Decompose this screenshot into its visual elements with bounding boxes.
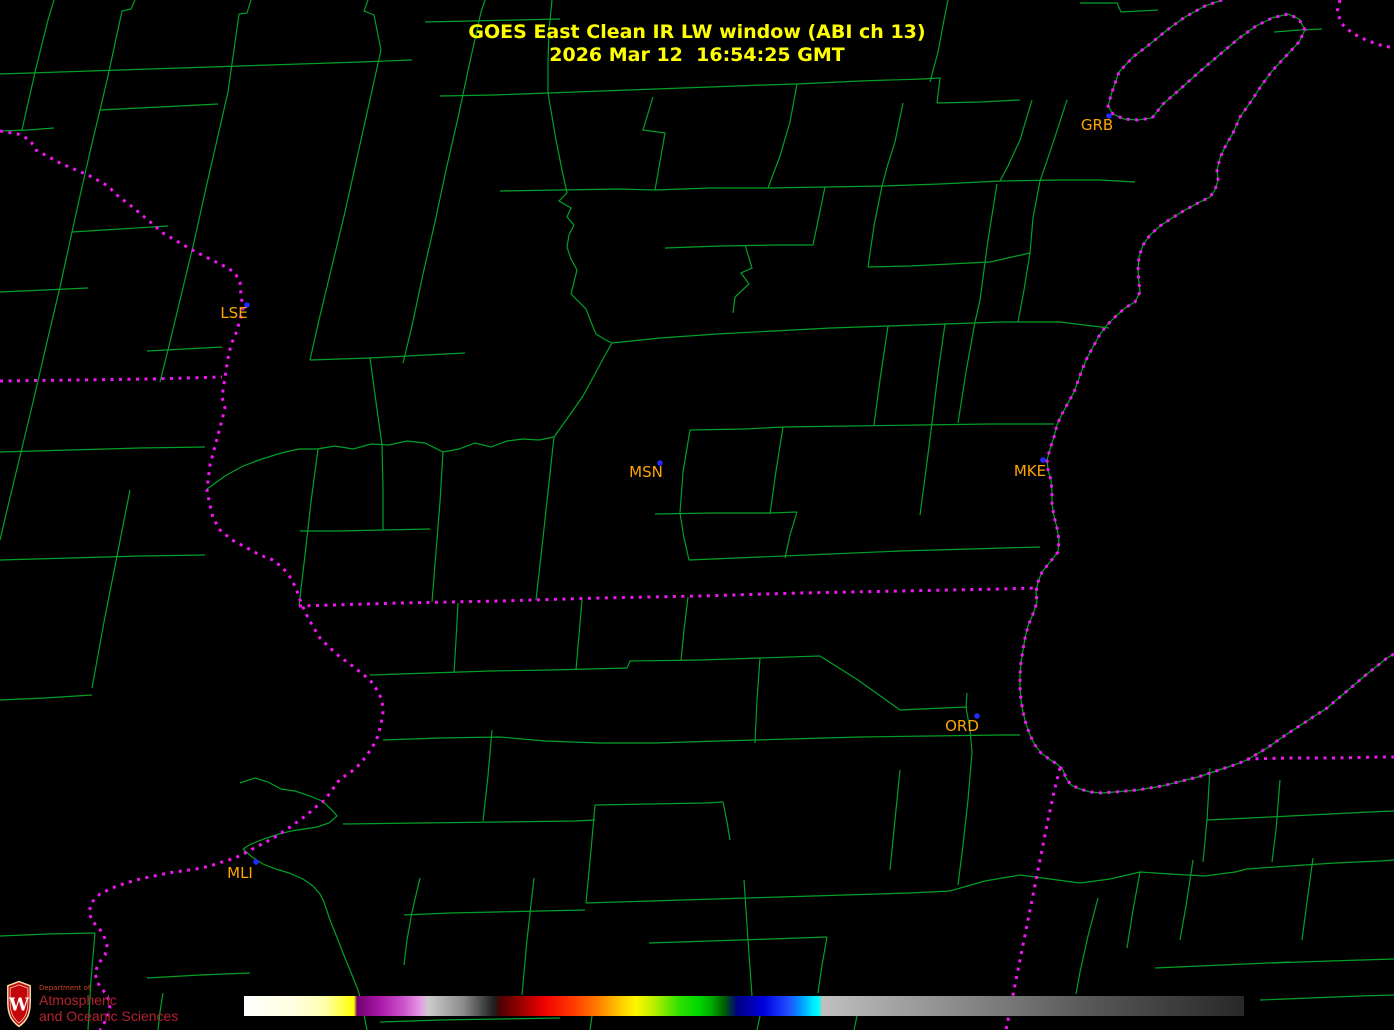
station-label: MKE [1014, 462, 1046, 480]
station-label: GRB [1081, 116, 1113, 134]
station-label: ORD [945, 717, 979, 735]
station-label: LSE [220, 304, 247, 322]
header-titles: GOES East Clean IR LW window (ABI ch 13)… [0, 21, 1394, 67]
station-marker-ord: ORD [945, 713, 980, 735]
aos-logo: W Department of Atmospheric and Oceanic … [5, 980, 178, 1028]
page-title: GOES East Clean IR LW window (ABI ch 13) [468, 21, 926, 43]
dept-of-label: Department of [39, 984, 91, 992]
station-dot [253, 859, 259, 865]
uw-crest-icon: W [7, 980, 31, 1028]
station-label: MLI [227, 864, 253, 882]
station-marker-lse: LSE [220, 302, 250, 322]
aos-logo-text: Department of Atmospheric and Oceanic Sc… [39, 980, 178, 1028]
dept-name-line2: and Oceanic Sciences [39, 1008, 179, 1024]
satellite-viewer-page: { "title": { "line1": "GOES East Clean I… [0, 0, 1394, 1030]
ir-colorbar [244, 996, 1244, 1016]
satellite-map-canvas: LSE GRB MSN MKE ORD MLI [0, 0, 1394, 1030]
map-background [0, 0, 1394, 1030]
station-marker-msn: MSN [629, 460, 663, 481]
timestamp-label: 2026 Mar 12 16:54:25 GMT [549, 44, 845, 66]
dept-name-line1: Atmospheric [39, 992, 117, 1008]
station-marker-grb: GRB [1081, 113, 1113, 134]
station-label: MSN [629, 463, 663, 481]
crest-letter: W [8, 995, 30, 1016]
